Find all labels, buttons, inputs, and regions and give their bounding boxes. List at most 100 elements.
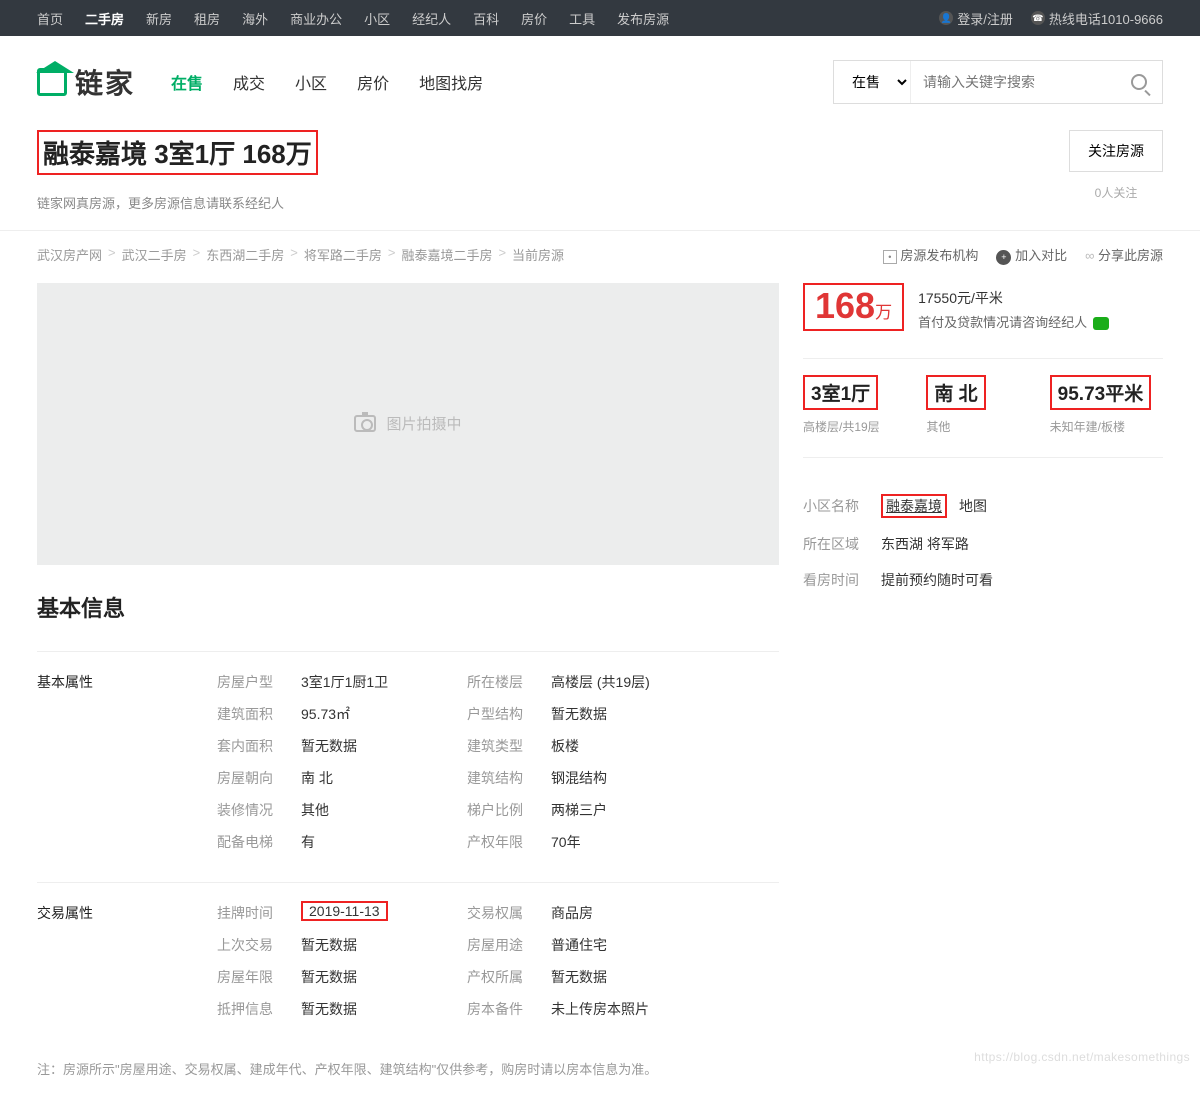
watermark: https://blog.csdn.net/makesomethings	[974, 1050, 1190, 1064]
breadcrumb-item[interactable]: 融泰嘉境二手房	[401, 245, 492, 264]
logo[interactable]: 链家	[37, 62, 135, 102]
share-link[interactable]: ∞ 分享此房源	[1085, 245, 1163, 264]
price-number: 168	[815, 285, 875, 326]
spec-main: 南 北	[926, 375, 985, 410]
follow-button[interactable]: 关注房源	[1069, 130, 1163, 172]
spec-sub: 未知年建/板楼	[1050, 418, 1163, 435]
attr-value: 暂无数据	[301, 935, 357, 955]
price-unit: 万	[875, 303, 892, 322]
trans-attrs-title: 交易属性	[37, 903, 217, 1031]
search-scope-select[interactable]: 在售	[834, 61, 911, 103]
page-title: 融泰嘉境 3室1厅 168万	[43, 134, 312, 171]
follow-count: 0人关注	[1069, 184, 1163, 201]
info-icon: •	[883, 250, 897, 264]
community-box: 融泰嘉境	[881, 494, 947, 518]
attr-value: 暂无数据	[301, 736, 357, 756]
attr-key: 房本备件	[467, 999, 551, 1019]
search-input[interactable]	[911, 61, 1116, 103]
subnav-item[interactable]: 在售	[171, 70, 203, 94]
topnav-item[interactable]: 房价	[521, 9, 547, 28]
attr-value: 南 北	[301, 768, 333, 788]
attr-value: 2019-11-13	[301, 903, 388, 923]
attr-key: 房屋年限	[217, 967, 301, 987]
attr-value: 普通住宅	[551, 935, 607, 955]
unit-price: 17550元/平米	[918, 285, 1109, 312]
attr-key: 抵押信息	[217, 999, 301, 1019]
search-box: 在售	[833, 60, 1163, 104]
topnav-item[interactable]: 工具	[569, 9, 595, 28]
attr-key: 挂牌时间	[217, 903, 301, 923]
price-box: 168万	[803, 283, 904, 331]
spec-sub: 高楼层/共19层	[803, 418, 916, 435]
gallery-placeholder: 图片拍摄中	[386, 413, 461, 434]
user-icon: 👤	[939, 11, 953, 25]
attr-value: 有	[301, 832, 315, 852]
attr-key: 装修情况	[217, 800, 301, 820]
topnav-item[interactable]: 发布房源	[617, 9, 669, 28]
top-nav: 首页 二手房 新房 租房 海外 商业办公 小区 经纪人 百科 房价 工具 发布房源	[37, 9, 669, 28]
hotline: ☎热线电话1010-9666	[1031, 9, 1163, 28]
listing-title-box: 融泰嘉境 3室1厅 168万	[37, 130, 318, 175]
topnav-item[interactable]: 新房	[146, 9, 172, 28]
attr-value: 两梯三户	[551, 800, 607, 820]
attr-key: 建筑类型	[467, 736, 551, 756]
login-link[interactable]: 👤登录/注册	[939, 9, 1013, 28]
breadcrumb-item: 当前房源	[512, 245, 564, 264]
compare-link[interactable]: + 加入对比	[996, 245, 1067, 265]
share-icon: ∞	[1085, 248, 1094, 263]
topnav-item[interactable]: 海外	[242, 9, 268, 28]
sub-nav: 在售 成交 小区 房价 地图找房	[171, 70, 483, 94]
topnav-item[interactable]: 首页	[37, 9, 63, 28]
map-link[interactable]: 地图	[959, 496, 987, 516]
breadcrumb-item[interactable]: 武汉二手房	[122, 245, 187, 264]
community-key: 小区名称	[803, 496, 881, 516]
attr-value: 70年	[551, 832, 581, 852]
attr-value: 板楼	[551, 736, 579, 756]
topnav-item[interactable]: 租房	[194, 9, 220, 28]
subnav-item[interactable]: 房价	[357, 70, 389, 94]
search-button[interactable]	[1116, 61, 1162, 103]
attr-key: 房屋户型	[217, 672, 301, 692]
attr-value: 未上传房本照片	[551, 999, 649, 1019]
publisher-link[interactable]: • 房源发布机构	[883, 245, 979, 264]
subnav-item[interactable]: 小区	[295, 70, 327, 94]
attr-value: 95.73㎡	[301, 704, 350, 724]
topnav-item[interactable]: 百科	[473, 9, 499, 28]
attr-key: 房屋用途	[467, 935, 551, 955]
breadcrumb-item[interactable]: 东西湖二手房	[206, 245, 284, 264]
attr-key: 配备电梯	[217, 832, 301, 852]
attr-key: 交易权属	[467, 903, 551, 923]
breadcrumb-item[interactable]: 武汉房产网	[37, 245, 102, 264]
wechat-icon[interactable]	[1093, 317, 1109, 330]
spec-sub: 其他	[926, 418, 1039, 435]
attr-key: 套内面积	[217, 736, 301, 756]
attr-value: 暂无数据	[301, 967, 357, 987]
photo-gallery: 图片拍摄中	[37, 283, 779, 565]
attr-key: 产权所属	[467, 967, 551, 987]
attr-value: 其他	[301, 800, 329, 820]
logo-text: 链家	[75, 62, 135, 102]
attr-value: 钢混结构	[551, 768, 607, 788]
subnav-item[interactable]: 成交	[233, 70, 265, 94]
topnav-item[interactable]: 商业办公	[290, 9, 342, 28]
attr-key: 上次交易	[217, 935, 301, 955]
phone-icon: ☎	[1031, 11, 1045, 25]
attr-key: 产权年限	[467, 832, 551, 852]
attr-key: 户型结构	[467, 704, 551, 724]
attr-key: 房屋朝向	[217, 768, 301, 788]
house-icon	[37, 68, 67, 96]
footnote: 注：房源所示"房屋用途、交易权属、建成年代、产权年限、建筑结构"仅供参考，购房时…	[37, 1059, 779, 1078]
spec-main: 3室1厅	[803, 375, 878, 410]
community-link[interactable]: 融泰嘉境	[886, 498, 942, 514]
topnav-item[interactable]: 经纪人	[412, 9, 451, 28]
search-icon	[1131, 74, 1147, 90]
attr-key: 建筑结构	[467, 768, 551, 788]
topnav-item[interactable]: 小区	[364, 9, 390, 28]
subnav-item[interactable]: 地图找房	[419, 70, 483, 94]
attr-value: 3室1厅1厨1卫	[301, 672, 388, 692]
attr-key: 梯户比例	[467, 800, 551, 820]
breadcrumb-item[interactable]: 将军路二手房	[304, 245, 382, 264]
area-value: 东西湖 将军路	[881, 534, 969, 554]
loan-info: 首付及贷款情况请咨询经纪人	[918, 311, 1109, 336]
topnav-item[interactable]: 二手房	[85, 9, 124, 28]
